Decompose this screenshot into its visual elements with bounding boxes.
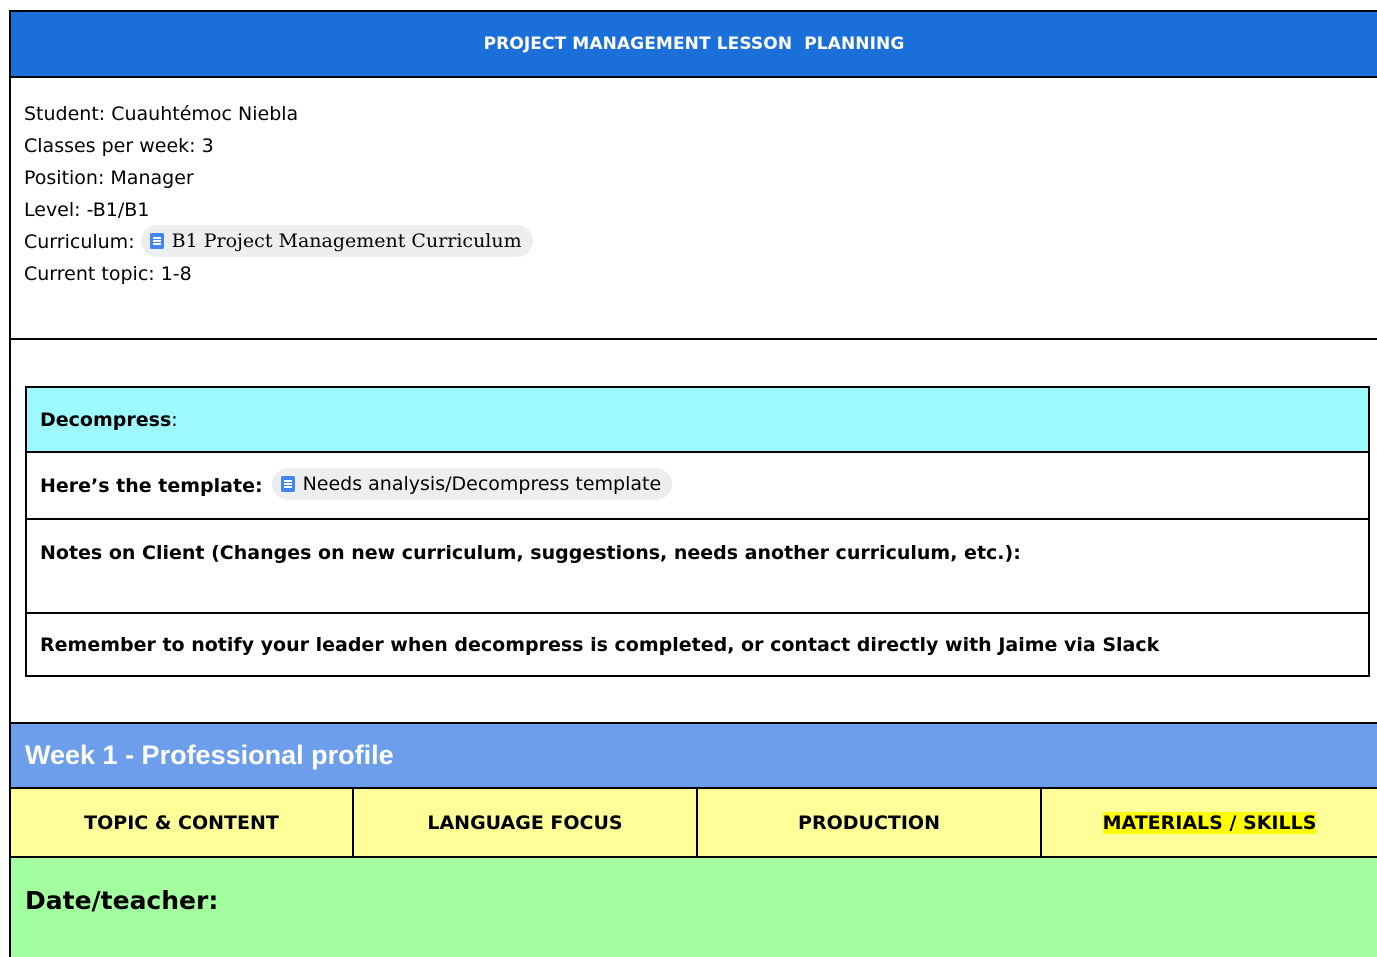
curriculum-link-chip[interactable]: B1 Project Management Curriculum [140,224,533,257]
client-notes-label: Notes on Client (Changes on new curricul… [40,542,1021,564]
decompress-header: Decompress: [27,388,1368,453]
google-doc-icon [149,232,164,249]
column-topic-content: TOPIC & CONTENT [11,789,354,856]
current-topic: Current topic: 1-8 [24,263,192,285]
student-info: Student: Cuauhtémoc Niebla Classes per w… [24,98,533,290]
date-teacher-row: Date/teacher: [11,858,1377,957]
column-production: PRODUCTION [698,789,1042,856]
section-divider [11,338,1377,340]
template-link-text: Needs analysis/Decompress template [302,472,662,495]
client-notes-row: Notes on Client (Changes on new curricul… [27,520,1368,614]
date-teacher-label: Date/teacher: [25,886,219,915]
decompress-table: Decompress: Here’s the template: Needs an… [25,386,1370,677]
column-materials-skills: MATERIALS / SKILLS [1042,789,1377,856]
column-label: MATERIALS / SKILLS [1102,811,1317,834]
decompress-heading-colon: : [171,408,178,431]
week-header: Week 1 - Professional profile [11,724,1377,789]
reminder-text: Remember to notify your leader when deco… [40,633,1160,656]
google-doc-icon [280,475,295,492]
column-language-focus: LANGUAGE FOCUS [354,789,698,856]
template-label: Here’s the template: [40,474,263,497]
student-position: Position: Manager [24,167,194,189]
title-bar: PROJECT MANAGEMENT LESSON PLANNING [11,12,1377,78]
curriculum-row: Curriculum: B1 Project Management Curric… [24,224,533,258]
column-header-row: TOPIC & CONTENT LANGUAGE FOCUS PRODUCTIO… [11,789,1377,858]
page-title: PROJECT MANAGEMENT LESSON PLANNING [483,34,905,54]
column-label: LANGUAGE FOCUS [427,811,623,834]
template-link-chip[interactable]: Needs analysis/Decompress template [271,467,673,500]
classes-per-week: Classes per week: 3 [24,135,214,157]
student-name: Student: Cuauhtémoc Niebla [24,103,299,125]
reminder-row: Remember to notify your leader when deco… [27,614,1368,675]
curriculum-label: Curriculum: [24,231,141,253]
student-level: Level: -B1/B1 [24,199,150,221]
template-row: Here’s the template: Needs analysis/Decom… [27,453,1368,520]
column-label: TOPIC & CONTENT [84,811,279,834]
decompress-heading: Decompress [40,408,172,431]
week-title: Week 1 - Professional profile [25,740,394,770]
curriculum-link-text: B1 Project Management Curriculum [171,229,522,252]
column-label: PRODUCTION [798,811,940,834]
